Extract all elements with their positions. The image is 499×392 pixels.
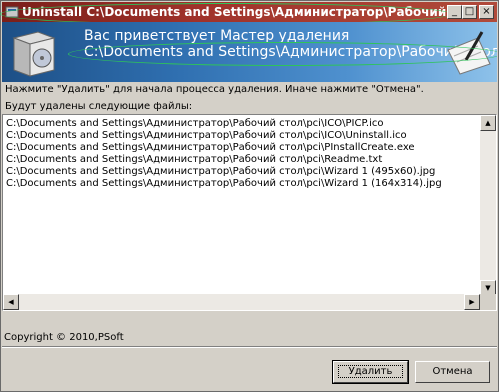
files-label: Будут удалены следующие файлы: — [5, 101, 193, 112]
banner-path: C:\Documents and Settings\Администратор\… — [84, 44, 497, 60]
file-list-item[interactable]: C:\Documents and Settings\Администратор\… — [6, 130, 407, 142]
minimize-button[interactable]: _ — [447, 5, 462, 19]
maximize-button[interactable]: □ — [462, 5, 477, 19]
scroll-right-icon[interactable]: ▶ — [464, 294, 480, 310]
file-list-item[interactable]: C:\Documents and Settings\Администратор\… — [6, 166, 435, 178]
window-title: Uninstall C:\Documents and Settings\Адми… — [22, 5, 447, 19]
document-pen-icon — [447, 31, 491, 75]
scroll-left-icon[interactable]: ◀ — [3, 294, 19, 310]
banner-heading: Вас приветствует Мастер удаления — [84, 28, 350, 44]
close-button[interactable]: × — [479, 5, 494, 19]
file-list-item[interactable]: C:\Documents and Settings\Администратор\… — [6, 154, 382, 166]
delete-button[interactable]: Удалить — [332, 360, 409, 384]
divider — [2, 346, 497, 348]
file-list-item[interactable]: C:\Documents and Settings\Администратор\… — [6, 118, 384, 130]
cancel-button[interactable]: Отмена — [415, 361, 490, 383]
uninstall-window: Uninstall C:\Documents and Settings\Адми… — [0, 0, 499, 392]
file-list-item[interactable]: C:\Documents and Settings\Администратор\… — [6, 142, 415, 154]
scroll-up-icon[interactable]: ▲ — [480, 115, 496, 131]
scrollbar-corner — [480, 294, 496, 310]
delete-button-label: Удалить — [337, 365, 404, 378]
app-icon — [5, 6, 19, 18]
software-box-icon — [12, 31, 56, 77]
vertical-scrollbar[interactable]: ▲ ▼ — [480, 115, 496, 296]
horizontal-scrollbar[interactable]: ◀ ▶ — [3, 294, 480, 310]
wizard-banner: Вас приветствует Мастер удаления C:\Docu… — [2, 22, 497, 82]
copyright-text: Copyright © 2010,PSoft — [4, 332, 124, 343]
file-list-item[interactable]: C:\Documents and Settings\Администратор\… — [6, 178, 442, 190]
title-bar[interactable]: Uninstall C:\Documents and Settings\Адми… — [0, 2, 497, 25]
file-list-content: C:\Documents and Settings\Администратор\… — [3, 115, 480, 296]
instruction-text: Нажмите "Удалить" для начала процесса уд… — [5, 84, 424, 95]
file-list[interactable]: C:\Documents and Settings\Администратор\… — [2, 114, 497, 311]
